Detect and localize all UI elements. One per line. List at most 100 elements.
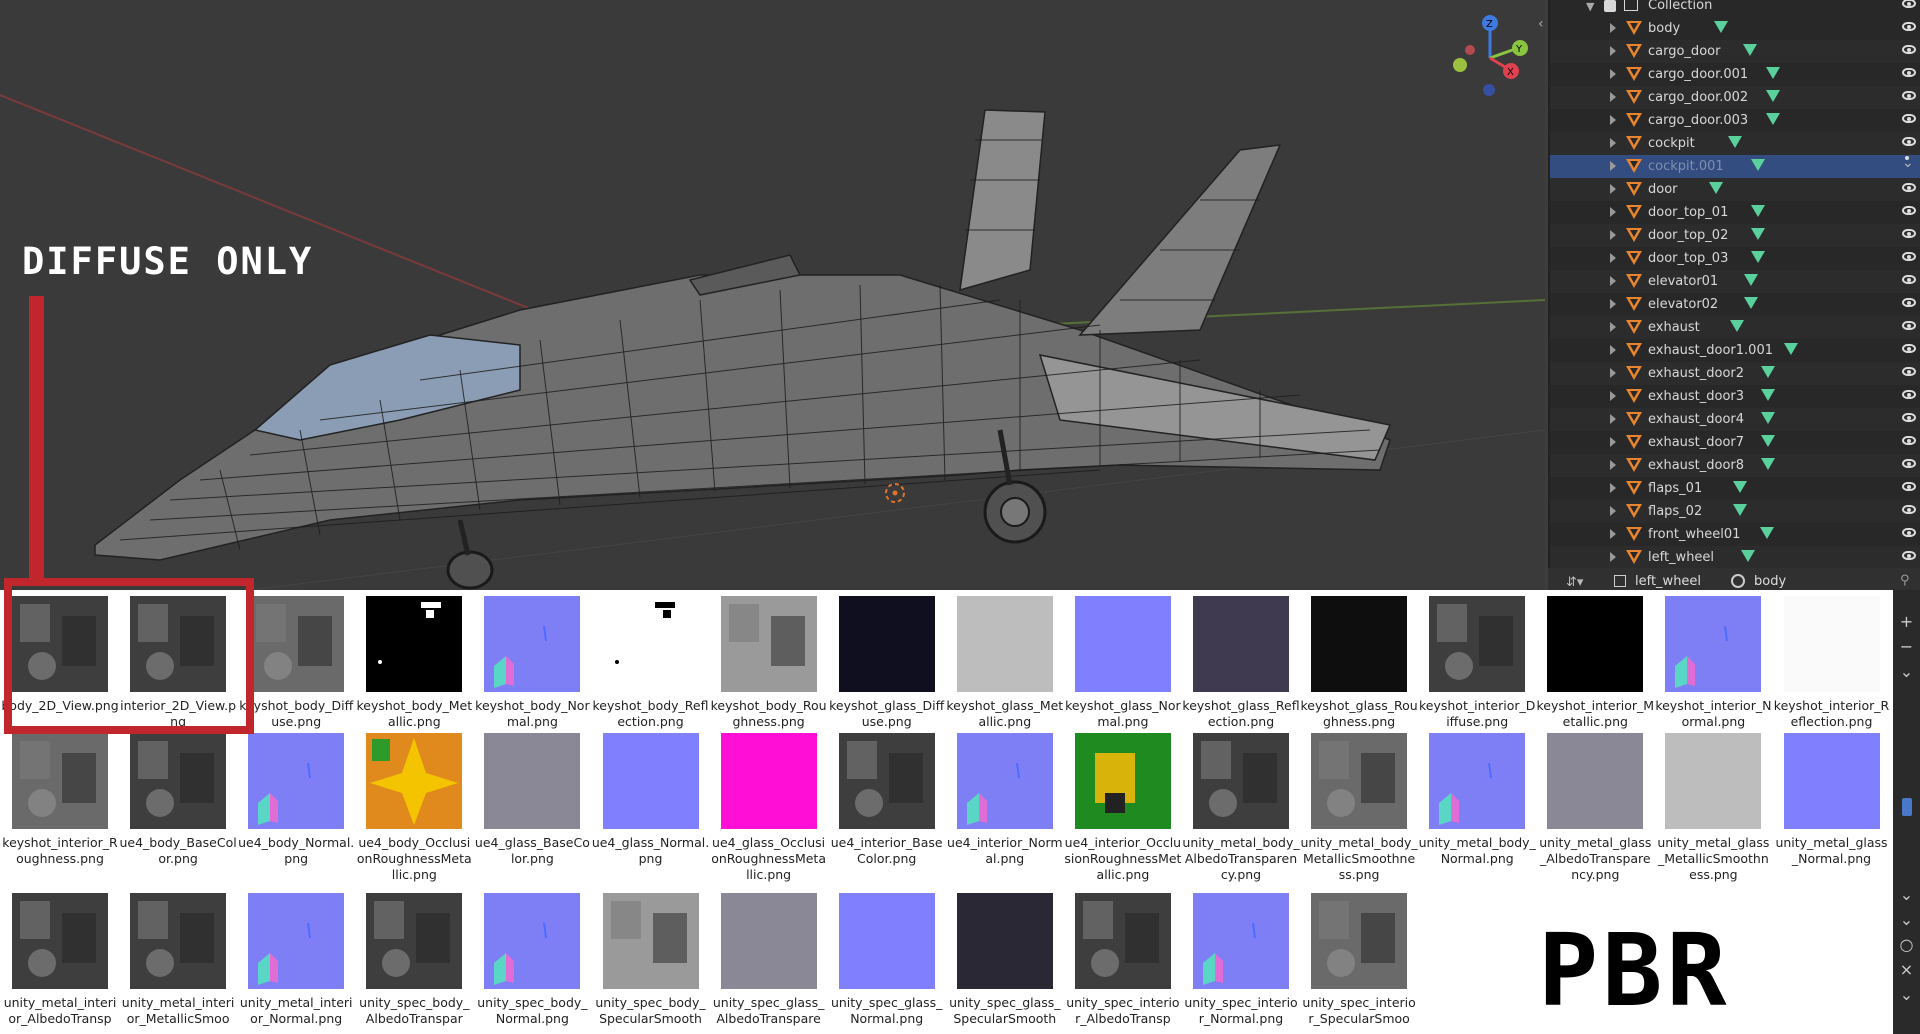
outliner-item[interactable]: exhaust_door4 [1550,408,1920,431]
mesh-data-icon[interactable] [1766,67,1780,79]
mesh-data-icon[interactable] [1760,527,1774,539]
file-thumbnail-item[interactable]: unity_metal_body_Normal.png [1418,733,1536,867]
visibility-eye-icon[interactable] [1902,390,1916,399]
record-icon[interactable]: ○ [1897,935,1916,954]
file-thumbnail-item[interactable]: unity_spec_body_AlbedoTranspar [355,893,473,1027]
expand-arrow-icon[interactable] [1610,138,1616,148]
mesh-data-icon[interactable] [1709,182,1723,194]
mesh-data-icon[interactable] [1730,320,1744,332]
outliner-item[interactable]: exhaust [1550,316,1920,339]
outliner-item[interactable]: elevator02 [1550,293,1920,316]
expand-arrow-icon[interactable] [1610,184,1616,194]
mesh-data-icon[interactable] [1766,90,1780,102]
file-thumbnail-item[interactable]: unity_metal_body_AlbedoTransparency.png [1182,733,1300,883]
mesh-data-icon[interactable] [1744,274,1758,286]
mesh-data-icon[interactable] [1733,481,1747,493]
expand-arrow-icon[interactable] [1610,414,1616,424]
visibility-eye-icon[interactable] [1902,22,1916,31]
outliner-item[interactable]: cargo_door.003 [1550,109,1920,132]
file-thumbnail-item[interactable]: keyshot_body_Diffuse.png [237,596,355,730]
expand-arrow-icon[interactable] [1610,253,1616,263]
chevron-down-icon[interactable]: ⌄ [1902,155,1916,171]
outliner-item[interactable]: door_top_03 [1550,247,1920,270]
file-thumbnail-item[interactable]: ue4_body_OcclusionRoughnessMetallic.png [355,733,473,883]
visibility-eye-icon[interactable] [1902,413,1916,422]
visibility-eye-icon[interactable] [1902,367,1916,376]
mesh-data-icon[interactable] [1761,389,1775,401]
file-thumbnail-item[interactable]: unity_spec_body_Normal.png [473,893,591,1027]
outliner-item[interactable]: flaps_01 [1550,477,1920,500]
expand-arrow-icon[interactable] [1610,69,1616,79]
mesh-data-icon[interactable] [1761,412,1775,424]
mesh-data-icon[interactable] [1728,136,1742,148]
visibility-eye-icon[interactable] [1902,528,1916,537]
visibility-eye-icon[interactable] [1902,298,1916,307]
outliner-item[interactable]: flaps_02 [1550,500,1920,523]
visibility-eye-icon[interactable] [1902,183,1916,192]
mesh-data-icon[interactable] [1751,159,1765,171]
file-thumbnail-item[interactable]: keyshot_interior_Normal.png [1654,596,1772,730]
mesh-data-icon[interactable] [1741,550,1755,562]
pin-icon[interactable]: ⚲ [1900,573,1910,588]
file-thumbnail-item[interactable]: unity_metal_body_MetallicSmoothness.png [1300,733,1418,883]
visibility-eye-icon[interactable] [1902,114,1916,123]
chevron-down-icon[interactable]: ⌄ [1897,885,1916,904]
file-thumbnail-item[interactable]: keyshot_body_Normal.png [473,596,591,730]
file-thumbnail-item[interactable]: unity_spec_glass_SpecularSmooth [946,893,1064,1027]
outliner-item[interactable]: cockpit [1550,132,1920,155]
mesh-data-icon[interactable] [1751,251,1765,263]
visibility-eye-icon[interactable] [1902,137,1916,146]
visibility-eye-icon[interactable] [1902,505,1916,514]
expand-arrow-icon[interactable] [1610,299,1616,309]
visibility-eye-icon[interactable] [1902,206,1916,215]
outliner-item[interactable]: front_wheel01 [1550,523,1920,546]
visibility-eye-icon[interactable] [1902,321,1916,330]
outliner-item[interactable]: exhaust_door7 [1550,431,1920,454]
chevron-down-icon[interactable]: ⌄ [1897,985,1916,1004]
outliner-item[interactable]: cargo_door.002 [1550,86,1920,109]
file-thumbnail-item[interactable]: unity_metal_interior_Normal.png [237,893,355,1027]
file-thumbnail-item[interactable]: keyshot_interior_Metallic.png [1536,596,1654,730]
expand-arrow-icon[interactable] [1610,161,1616,171]
outliner-collection-row[interactable]: ▼ Collection [1550,0,1920,17]
visibility-eye-icon[interactable] [1902,252,1916,261]
visibility-eye-icon[interactable] [1902,91,1916,100]
file-thumbnail-item[interactable]: ue4_body_BaseColor.png [119,733,237,867]
outliner-item[interactable]: cockpit.001 ⌄ [1550,155,1920,178]
mesh-data-icon[interactable] [1743,44,1757,56]
file-thumbnail-item[interactable]: unity_metal_glass_AlbedoTransparency.png [1536,733,1654,883]
file-thumbnail-item[interactable]: unity_metal_glass_MetallicSmoothness.png [1654,733,1772,883]
expand-arrow-icon[interactable] [1610,207,1616,217]
expand-arrow-icon[interactable] [1610,23,1616,33]
expand-arrow-icon[interactable] [1610,529,1616,539]
file-thumbnail-item[interactable]: ue4_glass_OcclusionRoughnessMetallic.png [710,733,828,883]
expand-arrow-icon[interactable] [1610,322,1616,332]
mesh-data-icon[interactable] [1761,435,1775,447]
mesh-data-icon[interactable] [1733,504,1747,516]
mesh-data-icon[interactable] [1766,113,1780,125]
mesh-data-icon[interactable] [1761,458,1775,470]
file-thumbnail-item[interactable]: keyshot_glass_Metallic.png [946,596,1064,730]
close-icon[interactable]: × [1897,960,1916,979]
outliner-item[interactable]: exhaust_door8 [1550,454,1920,477]
file-thumbnail-item[interactable]: keyshot_glass_Reflection.png [1182,596,1300,730]
editor-type-icon[interactable]: ⇵▾ [1566,575,1583,590]
mesh-data-icon[interactable] [1751,205,1765,217]
visibility-eye-icon[interactable] [1902,229,1916,238]
outliner-item[interactable]: body [1550,17,1920,40]
outliner-item[interactable]: cargo_door [1550,40,1920,63]
file-thumbnail-item[interactable]: keyshot_glass_Normal.png [1064,596,1182,730]
file-thumbnail-item[interactable]: ue4_interior_Normal.png [946,733,1064,867]
file-thumbnail-item[interactable]: unity_metal_interior_AlbedoTransp [1,893,119,1027]
file-thumbnail-item[interactable]: ue4_interior_OcclusionRoughnessMetallic.… [1064,733,1182,883]
visibility-eye-icon[interactable] [1902,459,1916,468]
expand-arrow-icon[interactable] [1610,230,1616,240]
file-thumbnail-item[interactable]: ue4_glass_Normal.png [592,733,710,867]
visibility-eye-icon[interactable] [1902,68,1916,77]
outliner-item[interactable]: exhaust_door2 [1550,362,1920,385]
file-thumbnail-item[interactable]: unity_spec_glass_Normal.png [828,893,946,1027]
scroll-handle[interactable] [1897,798,1916,817]
visibility-eye-icon[interactable] [1902,551,1916,560]
file-thumbnail-item[interactable]: keyshot_glass_Roughness.png [1300,596,1418,730]
file-thumbnail-item[interactable]: unity_spec_interior_SpecularSmoo [1300,893,1418,1027]
